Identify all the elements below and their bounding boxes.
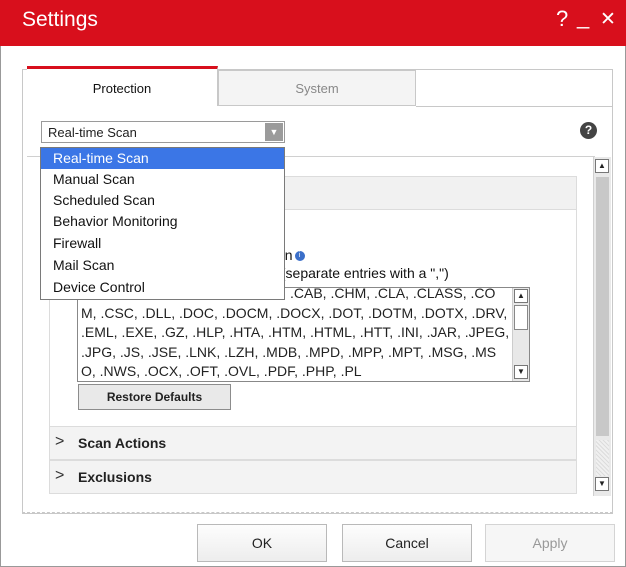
window-title: Settings [22,8,98,31]
dropdown-option-device-control[interactable]: Device Control [41,277,284,298]
close-button[interactable]: ✕ [600,8,616,31]
accordion-label: Scan Actions [78,435,167,451]
extensions-label: s (separate entries with a ",") [270,265,449,281]
accordion-exclusions[interactable]: > Exclusions [49,460,577,494]
dropdown-option-behavior-monitoring[interactable]: Behavior Monitoring [41,211,284,232]
scroll-track [596,440,609,476]
footer-divider [22,512,613,513]
scroll-down-icon[interactable]: ▼ [514,365,528,379]
scroll-up-icon[interactable]: ▲ [595,159,609,173]
accordion-label: Exclusions [78,469,152,485]
scroll-up-icon[interactable]: ▲ [514,289,528,303]
scan-type-selected: Real-time Scan [48,125,137,140]
accordion-scan-actions[interactable]: > Scan Actions [49,426,577,460]
chevron-right-icon: > [55,467,65,484]
help-icon[interactable]: ? [580,122,597,139]
tab-system[interactable]: System [218,70,416,106]
dropdown-option-scheduled-scan[interactable]: Scheduled Scan [41,190,284,211]
extensions-scroll-thumb[interactable] [514,305,528,330]
extensions-text: ACCDB, .ARJ, .BAT, .BIN, .BOO, .CAB, .CH… [81,287,510,379]
scan-type-dropdown: Real-time Scan Manual Scan Scheduled Sca… [40,147,285,300]
info-icon[interactable]: i [294,251,305,262]
dropdown-option-real-time-scan[interactable]: Real-time Scan [41,148,284,169]
dropdown-option-manual-scan[interactable]: Manual Scan [41,169,284,190]
chevron-right-icon: > [55,433,65,450]
restore-defaults-button[interactable]: Restore Defaults [78,384,231,410]
main-scroll-thumb[interactable] [596,177,609,436]
title-bar: Settings ? _ ✕ [0,0,626,46]
scan-type-select[interactable]: Real-time Scan ▼ [41,121,285,143]
extensions-scrollbar[interactable]: ▲ ▼ [512,288,529,381]
tab-strip-divider [416,106,613,107]
ok-button[interactable]: OK [197,524,327,562]
help-title-button[interactable]: ? [556,6,568,32]
apply-button[interactable]: Apply [485,524,615,562]
dropdown-option-mail-scan[interactable]: Mail Scan [41,255,284,276]
cancel-button[interactable]: Cancel [342,524,472,562]
dropdown-option-firewall[interactable]: Firewall [41,233,284,254]
tab-protection[interactable]: Protection [27,66,218,106]
main-scrollbar[interactable]: ▲ ▼ [593,157,611,496]
minimize-button[interactable]: _ [577,4,589,30]
extensions-textarea[interactable]: ACCDB, .ARJ, .BAT, .BIN, .BOO, .CAB, .CH… [77,287,530,382]
chevron-down-icon[interactable]: ▼ [265,123,283,141]
scroll-down-icon[interactable]: ▼ [595,477,609,491]
